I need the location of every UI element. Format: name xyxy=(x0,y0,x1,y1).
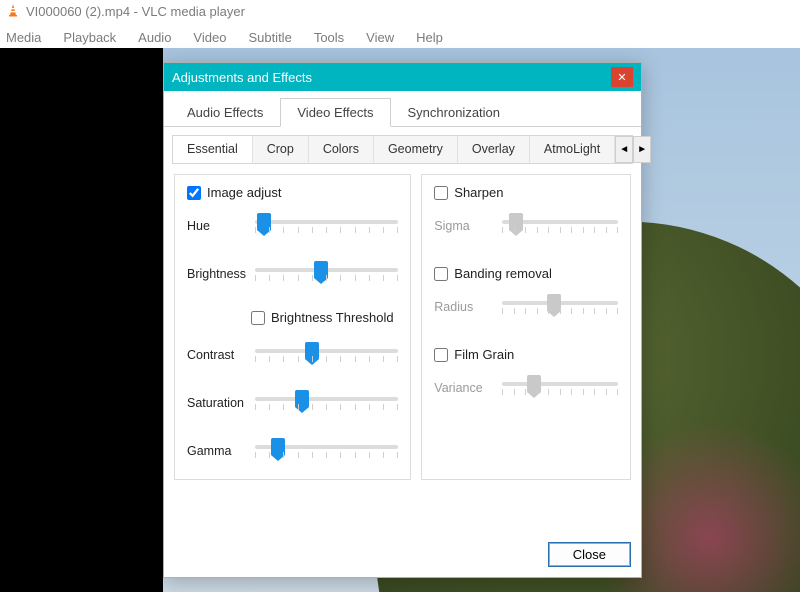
subtab-scroll-left-button[interactable]: ◄ xyxy=(615,136,633,163)
gamma-label: Gamma xyxy=(187,444,245,458)
menu-audio[interactable]: Audio xyxy=(138,30,171,45)
dialog-titlebar[interactable]: Adjustments and Effects ✕ xyxy=(164,63,641,91)
menu-view[interactable]: View xyxy=(366,30,394,45)
subtab-geometry[interactable]: Geometry xyxy=(374,136,458,163)
window-title: VI000060 (2).mp4 - VLC media player xyxy=(26,4,245,19)
tab-synchronization[interactable]: Synchronization xyxy=(391,98,518,127)
banding-removal-checkbox[interactable]: Banding removal xyxy=(434,266,618,281)
film-grain-checkbox[interactable]: Film Grain xyxy=(434,347,618,362)
close-icon: ✕ xyxy=(617,71,626,84)
sigma-slider[interactable] xyxy=(502,214,618,238)
menu-help[interactable]: Help xyxy=(416,30,443,45)
menu-bar: Media Playback Audio Video Subtitle Tool… xyxy=(0,26,800,48)
brightness-threshold-checkbox-input[interactable] xyxy=(251,311,265,325)
sigma-label: Sigma xyxy=(434,219,492,233)
tab-audio-effects[interactable]: Audio Effects xyxy=(170,98,280,127)
banding-removal-label: Banding removal xyxy=(454,266,552,281)
subtab-overlay[interactable]: Overlay xyxy=(458,136,530,163)
effect-category-tabs: Audio Effects Video Effects Synchronizat… xyxy=(164,91,641,127)
banding-removal-checkbox-input[interactable] xyxy=(434,267,448,281)
brightness-threshold-label: Brightness Threshold xyxy=(271,310,394,325)
hue-label: Hue xyxy=(187,219,245,233)
window-titlebar: VI000060 (2).mp4 - VLC media player xyxy=(0,0,800,22)
menu-tools[interactable]: Tools xyxy=(314,30,344,45)
film-grain-label: Film Grain xyxy=(454,347,514,362)
saturation-slider[interactable] xyxy=(255,391,398,415)
menu-subtitle[interactable]: Subtitle xyxy=(248,30,291,45)
radius-label: Radius xyxy=(434,300,492,314)
variance-slider[interactable] xyxy=(502,376,618,400)
saturation-label: Saturation xyxy=(187,396,245,410)
menu-playback[interactable]: Playback xyxy=(63,30,116,45)
sharpen-checkbox-input[interactable] xyxy=(434,186,448,200)
vlc-cone-icon xyxy=(6,3,20,20)
subtab-scroll-right-button[interactable]: ► xyxy=(633,136,651,163)
image-adjust-label: Image adjust xyxy=(207,185,281,200)
menu-video[interactable]: Video xyxy=(193,30,226,45)
subtab-colors[interactable]: Colors xyxy=(309,136,374,163)
subtab-atmolight[interactable]: AtmoLight xyxy=(530,136,615,163)
video-effects-subtabs: Essential Crop Colors Geometry Overlay A… xyxy=(172,135,633,164)
adjustments-effects-dialog: Adjustments and Effects ✕ Audio Effects … xyxy=(163,62,642,578)
film-grain-checkbox-input[interactable] xyxy=(434,348,448,362)
subtab-crop[interactable]: Crop xyxy=(253,136,309,163)
brightness-label: Brightness xyxy=(187,267,245,281)
image-adjust-checkbox-input[interactable] xyxy=(187,186,201,200)
sharpen-checkbox[interactable]: Sharpen xyxy=(434,185,618,200)
dialog-title: Adjustments and Effects xyxy=(172,70,312,85)
dialog-close-button[interactable]: ✕ xyxy=(611,67,633,87)
brightness-threshold-checkbox[interactable]: Brightness Threshold xyxy=(251,310,398,325)
menu-media[interactable]: Media xyxy=(6,30,41,45)
brightness-slider[interactable] xyxy=(255,262,398,286)
gamma-slider[interactable] xyxy=(255,439,398,463)
hue-slider[interactable] xyxy=(255,214,398,238)
subtab-essential[interactable]: Essential xyxy=(173,136,253,163)
extra-effects-panel: Sharpen Sigma Banding removal xyxy=(421,174,631,480)
contrast-slider[interactable] xyxy=(255,343,398,367)
image-adjust-checkbox[interactable]: Image adjust xyxy=(187,185,398,200)
image-adjust-panel: Image adjust Hue Brightness xyxy=(174,174,411,480)
close-button[interactable]: Close xyxy=(548,542,631,567)
tab-video-effects[interactable]: Video Effects xyxy=(280,98,390,127)
contrast-label: Contrast xyxy=(187,348,245,362)
radius-slider[interactable] xyxy=(502,295,618,319)
sharpen-label: Sharpen xyxy=(454,185,503,200)
variance-label: Variance xyxy=(434,381,492,395)
